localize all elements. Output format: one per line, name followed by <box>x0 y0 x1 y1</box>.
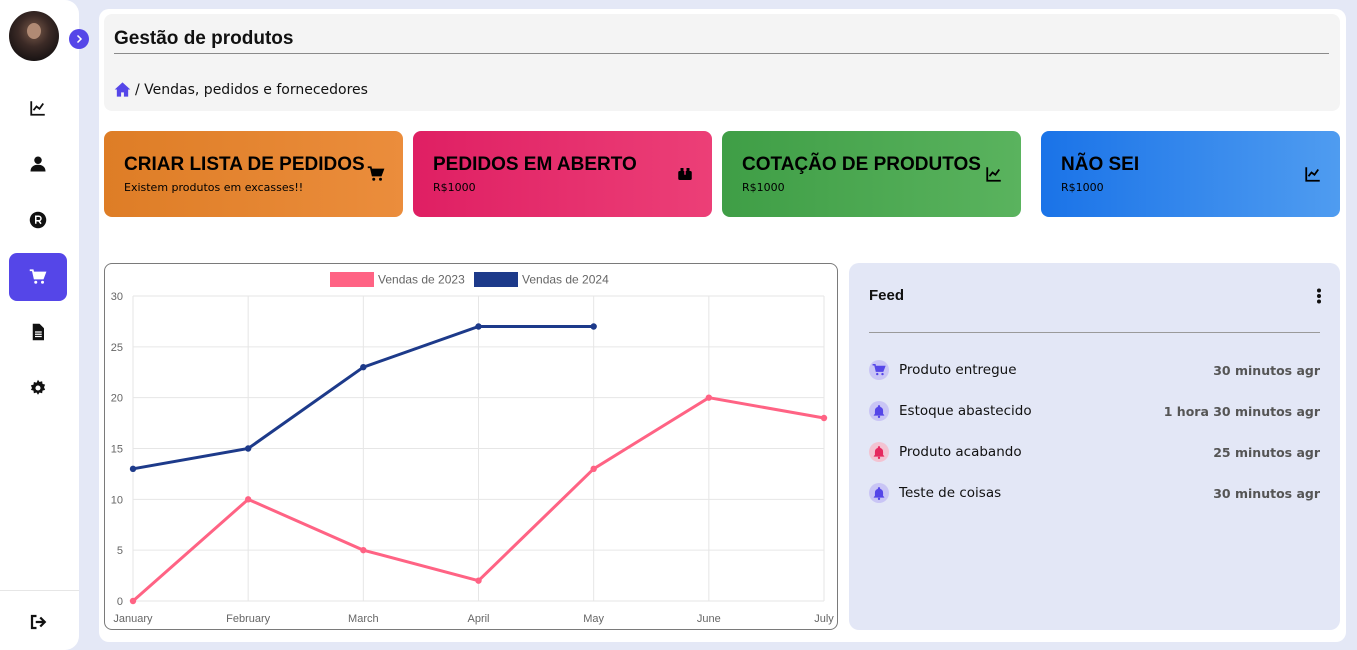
x-tick-label: March <box>348 613 379 625</box>
y-tick-label: 0 <box>117 596 123 608</box>
x-tick-label: January <box>113 613 153 625</box>
feed-item-time: 1 hora 30 minutos agr <box>1163 403 1320 419</box>
data-point <box>705 394 713 401</box>
x-tick-label: June <box>697 613 721 625</box>
feed-item-text: Teste de coisas <box>899 485 1002 501</box>
feed-item-time: 25 minutos agr <box>1213 444 1320 460</box>
card-subtitle: Existem produtos em excasses!! <box>124 181 304 194</box>
card-subtitle: R$1000 <box>742 181 785 194</box>
feed-item-icon <box>869 442 889 462</box>
data-point <box>129 465 137 473</box>
legend-label: Vendas de 2024 <box>522 273 609 287</box>
data-point <box>820 414 828 422</box>
chart-line-icon <box>30 101 45 116</box>
y-tick-label: 30 <box>111 291 123 303</box>
card-subtitle: R$1000 <box>1061 181 1104 194</box>
box-icon <box>678 168 692 180</box>
card-create-order-list[interactable]: CRIAR LISTA DE PEDIDOS Existem produtos … <box>104 131 403 217</box>
card-title: CRIAR LISTA DE PEDIDOS <box>124 154 365 175</box>
y-tick-label: 20 <box>111 393 123 405</box>
feed-divider <box>869 332 1320 333</box>
cart-icon <box>29 269 47 284</box>
card-title: NÃO SEI <box>1061 154 1140 175</box>
data-point <box>590 465 597 473</box>
feed-item[interactable]: Estoque abastecido 1 hora 30 minutos agr <box>869 399 1320 423</box>
data-point <box>360 363 367 371</box>
feed-item-icon <box>869 360 889 380</box>
data-point <box>244 445 252 452</box>
feed-panel: Feed Produto entregue 30 minutos agr Est… <box>849 263 1340 630</box>
chart-line-icon <box>986 167 1001 182</box>
more-vertical-icon[interactable] <box>1316 288 1322 304</box>
data-point <box>475 323 482 330</box>
sidebar-divider <box>0 590 79 591</box>
home-icon[interactable] <box>114 81 131 98</box>
feed-item-icon <box>869 401 889 421</box>
legend-label: Vendas de 2023 <box>378 273 465 287</box>
chevron-right-icon <box>76 34 83 44</box>
data-point <box>129 597 137 605</box>
feed-item[interactable]: Teste de coisas 30 minutos agr <box>869 481 1320 505</box>
card-title: COTAÇÃO DE PRODUTOS <box>742 154 981 175</box>
sidebar-item-users[interactable] <box>9 140 67 188</box>
x-tick-label: April <box>467 613 489 625</box>
breadcrumb-path[interactable]: / Vendas, pedidos e fornecedores <box>135 82 368 98</box>
data-point <box>590 323 597 330</box>
logout-button[interactable] <box>9 598 67 646</box>
main-panel: Gestão de produtos / Vendas, pedidos e f… <box>99 9 1346 642</box>
feed-item-icon <box>869 483 889 503</box>
legend-swatch <box>330 272 374 287</box>
y-tick-label: 5 <box>117 545 123 557</box>
header-divider <box>114 53 1329 54</box>
registered-icon <box>29 211 47 229</box>
y-tick-label: 10 <box>111 494 123 506</box>
page-header: Gestão de produtos / Vendas, pedidos e f… <box>104 14 1340 111</box>
feed-title: Feed <box>869 287 905 304</box>
document-icon <box>32 323 44 341</box>
bell-icon <box>873 446 885 459</box>
feed-item[interactable]: Produto entregue 30 minutos agr <box>869 358 1320 382</box>
feed-item-time: 30 minutos agr <box>1213 485 1320 501</box>
y-tick-label: 25 <box>111 342 123 354</box>
card-product-quotes[interactable]: COTAÇÃO DE PRODUTOS R$1000 <box>722 131 1021 217</box>
cart-icon <box>367 166 385 181</box>
sidebar <box>0 0 79 650</box>
avatar[interactable] <box>9 11 59 61</box>
chart-line-icon <box>1305 167 1320 182</box>
sales-chart-svg: 0 5 10 15 20 25 30 January February March April May… <box>111 272 834 625</box>
breadcrumb: / Vendas, pedidos e fornecedores <box>114 81 368 98</box>
feed-item-text: Produto entregue <box>899 362 1017 378</box>
data-point <box>475 577 482 584</box>
bell-icon <box>873 405 885 418</box>
page-title: Gestão de produtos <box>114 28 294 49</box>
legend-swatch <box>474 272 518 287</box>
card-subtitle: R$1000 <box>433 181 476 194</box>
sidebar-item-dashboard[interactable] <box>9 84 67 132</box>
card-nao-sei[interactable]: NÃO SEI R$1000 <box>1041 131 1340 217</box>
user-icon <box>30 156 46 172</box>
y-tick-label: 15 <box>111 444 123 456</box>
x-tick-label: May <box>583 613 604 625</box>
card-open-orders[interactable]: PEDIDOS EM ABERTO R$1000 <box>413 131 712 217</box>
cart-icon <box>872 363 886 376</box>
feed-item[interactable]: Produto acabando 25 minutos agr <box>869 440 1320 464</box>
gear-icon <box>30 379 46 395</box>
sidebar-item-documents[interactable] <box>9 308 67 356</box>
feed-item-text: Estoque abastecido <box>899 403 1032 419</box>
logout-icon <box>30 614 47 630</box>
x-tick-label: July <box>814 613 834 625</box>
sales-chart: 0 5 10 15 20 25 30 January February March April May… <box>104 263 838 630</box>
data-point <box>244 496 252 503</box>
x-tick-label: February <box>226 613 271 625</box>
bell-icon <box>873 487 885 500</box>
sidebar-item-registered[interactable] <box>9 196 67 244</box>
feed-item-text: Produto acabando <box>899 444 1022 460</box>
feed-item-time: 30 minutos agr <box>1213 362 1320 378</box>
sidebar-toggle-button[interactable] <box>69 29 89 49</box>
data-point <box>360 546 367 554</box>
card-title: PEDIDOS EM ABERTO <box>433 154 637 175</box>
sidebar-item-settings[interactable] <box>9 364 67 412</box>
sidebar-item-cart[interactable] <box>9 253 67 301</box>
